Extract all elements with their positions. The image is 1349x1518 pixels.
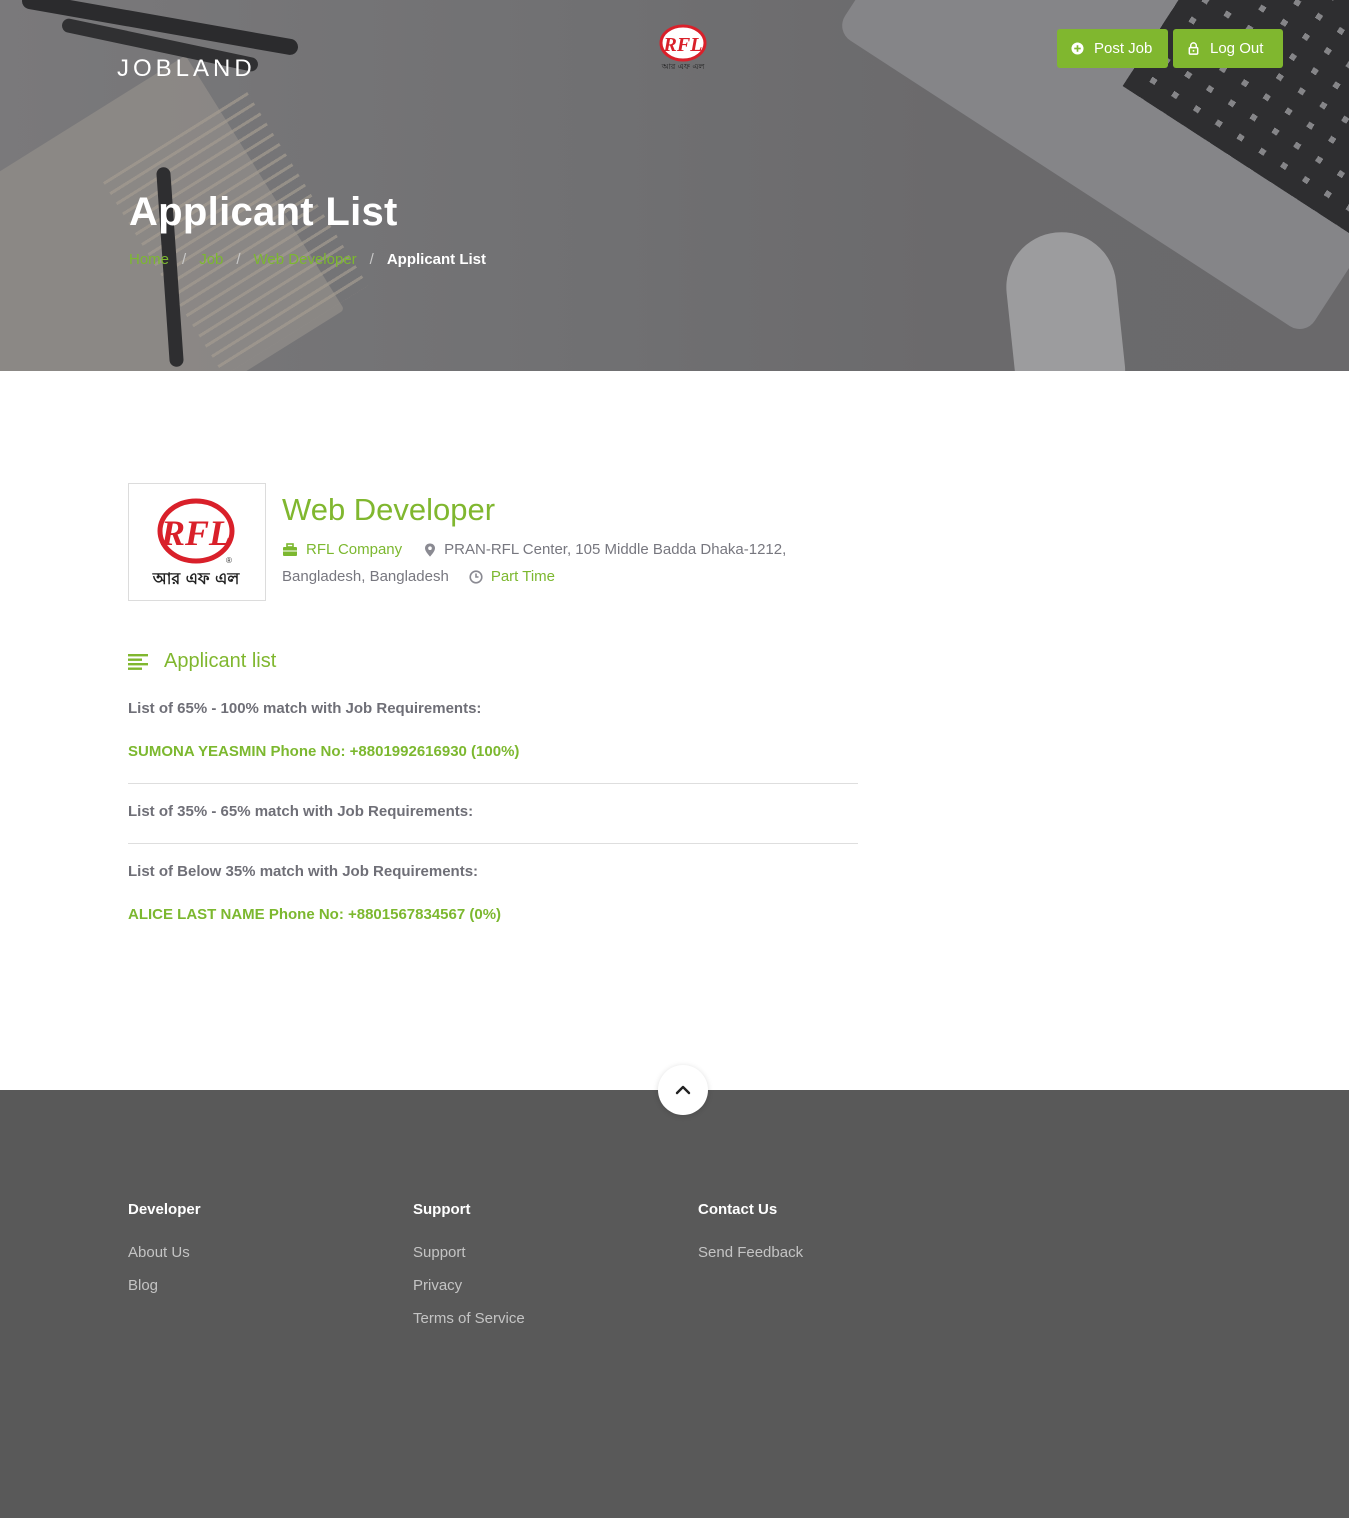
footer-link-send-feedback[interactable]: Send Feedback [698,1244,803,1261]
breadcrumb-separator: / [182,251,187,268]
applicant-link[interactable]: ALICE LAST NAME Phone No: +8801567834567… [128,906,501,923]
breadcrumb-separator: / [236,251,241,268]
post-job-button[interactable]: Post Job [1057,29,1168,68]
footer-heading: Contact Us [698,1201,778,1218]
breadcrumb-web-developer[interactable]: Web Developer [254,251,357,268]
job-type: Part Time [490,568,555,585]
breadcrumb-home[interactable]: Home [129,251,169,268]
briefcase-icon [283,542,297,556]
company-logo-small[interactable]: RFL আর এফ এল [650,24,716,72]
breadcrumb: Home / Job / Web Developer / Applicant L… [129,251,486,268]
footer-link-privacy[interactable]: Privacy [413,1277,525,1294]
job-meta-line: Bangladesh, Bangladesh Part Time [282,568,555,585]
breadcrumb-separator: / [369,251,374,268]
divider [128,843,858,844]
post-job-label: Post Job [1094,40,1153,57]
footer-column-developer: Developer About Us Blog [128,1201,201,1310]
plus-circle-icon [1071,42,1084,55]
match-group-label-low: List of Below 35% match with Job Require… [128,863,479,880]
logout-button[interactable]: Log Out [1173,29,1283,68]
map-marker-icon [425,543,436,556]
chevron-up-icon [675,1085,691,1095]
scroll-to-top-button[interactable] [658,1065,708,1115]
applicant-list-title: Applicant list [164,650,277,672]
breadcrumb-job[interactable]: Job [199,251,223,268]
footer-column-contact: Contact Us Send Feedback [698,1201,803,1277]
job-title: Web Developer [282,492,496,527]
page-title: Applicant List [129,190,398,234]
brand-logo-text[interactable]: JOBLAND [117,55,256,83]
svg-text:RFL: RFL [160,513,231,553]
svg-text:RFL: RFL [663,34,703,56]
footer-heading: Support [413,1201,471,1218]
job-address: PRAN-RFL Center, 105 Middle Badda Dhaka-… [444,541,787,558]
breadcrumb-current: Applicant List [386,251,487,268]
footer-heading: Developer [128,1201,201,1218]
match-group-label-medium: List of 35% - 65% match with Job Require… [128,803,474,820]
footer-link-about-us[interactable]: About Us [128,1244,201,1261]
svg-text:®: ® [226,556,232,565]
applicant-list-heading: Applicant list [128,650,276,673]
svg-text:আর এফ এল: আর এফ এল [661,62,706,71]
footer-link-support[interactable]: Support [413,1244,525,1261]
footer [0,1090,1349,1518]
align-left-icon [128,653,148,670]
logout-label: Log Out [1210,40,1264,57]
mouse-image [1000,226,1130,371]
match-group-label-high: List of 65% - 100% match with Job Requir… [128,700,482,717]
company-name-link[interactable]: RFL Company [306,541,402,558]
applicant-link[interactable]: SUMONA YEASMIN Phone No: +8801992616930 … [128,743,519,760]
footer-column-support: Support Support Privacy Terms of Service [413,1201,525,1343]
clock-icon [469,569,483,584]
lock-icon [1188,42,1199,55]
divider [128,783,858,784]
job-address-continued: Bangladesh, Bangladesh [282,568,449,585]
company-logo: RFL ® আর এফ এল [128,483,266,601]
footer-link-terms[interactable]: Terms of Service [413,1310,525,1327]
svg-text:আর এফ এল: আর এফ এল [152,569,241,588]
footer-link-blog[interactable]: Blog [128,1277,201,1294]
job-meta-line: RFL Company PRAN-RFL Center, 105 Middle … [282,541,786,558]
